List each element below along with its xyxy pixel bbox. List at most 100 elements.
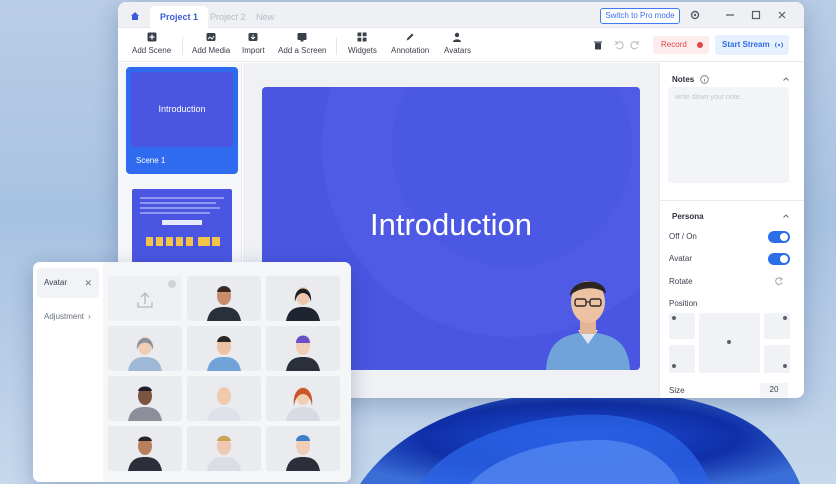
off-on-label: Off / On <box>669 232 697 241</box>
notes-textarea[interactable]: write down your note... <box>668 87 789 183</box>
avatar-option[interactable] <box>187 376 261 421</box>
trash-icon[interactable] <box>593 40 603 50</box>
avatar-label: Avatar <box>669 254 692 263</box>
avatar-toggle[interactable] <box>768 253 790 265</box>
pen-icon <box>406 33 414 41</box>
broadcast-icon <box>775 42 783 48</box>
slide-title: Introduction <box>370 207 532 242</box>
position-cell[interactable] <box>764 345 790 373</box>
avatar-figure <box>286 287 320 321</box>
notes-header-label: Notes <box>672 75 695 84</box>
add-screen-button[interactable]: Add a Screen <box>278 32 326 55</box>
chevron-right-icon: › <box>88 312 91 321</box>
avatar-option[interactable] <box>266 326 340 371</box>
scene-thumbnail-title: Introduction <box>131 72 233 147</box>
import-label: Import <box>242 46 265 55</box>
position-dot <box>672 316 676 320</box>
chevron-up-icon[interactable] <box>782 212 790 220</box>
position-label: Position <box>669 299 698 308</box>
avatars-label: Avatars <box>444 46 471 55</box>
maximize-icon[interactable] <box>750 9 762 21</box>
avatar-figure <box>207 435 241 471</box>
close-icon[interactable]: ✕ <box>84 268 92 298</box>
position-dot <box>672 364 676 368</box>
avatar-option[interactable] <box>108 326 182 371</box>
import-button[interactable]: Import <box>242 32 265 55</box>
scene-card-1[interactable]: Introduction Scene 1 <box>126 67 238 174</box>
size-input[interactable]: 20 <box>760 383 788 397</box>
avatar-tab-label: Avatar <box>44 278 67 287</box>
avatar-figure <box>286 435 320 471</box>
size-label: Size <box>669 386 685 395</box>
switch-pro-mode-button[interactable]: Switch to Pro mode <box>600 8 680 24</box>
home-icon <box>131 12 139 20</box>
position-grid[interactable] <box>669 313 790 373</box>
avatar-option[interactable] <box>187 426 261 471</box>
rotate-label: Rotate <box>669 277 693 286</box>
record-label: Record <box>661 40 687 49</box>
avatar-figure <box>207 286 241 321</box>
avatar-panel-sidebar: Avatar ✕ Adjustment › <box>33 262 101 482</box>
persona-header: Persona <box>672 212 704 221</box>
avatar-option[interactable] <box>108 376 182 421</box>
add-media-button[interactable]: Add Media <box>192 32 230 55</box>
adjustment-item[interactable]: Adjustment › <box>44 312 91 321</box>
close-icon[interactable] <box>776 9 788 21</box>
start-stream-button[interactable]: Start Stream <box>715 35 789 55</box>
record-dot-icon <box>697 42 703 48</box>
persona-toggle[interactable] <box>768 231 790 243</box>
avatar-option[interactable] <box>266 376 340 421</box>
avatar-option[interactable] <box>108 426 182 471</box>
toolbar-divider <box>336 37 337 55</box>
import-icon <box>248 33 258 41</box>
avatar-figure <box>128 337 162 371</box>
avatar-picker-panel: Avatar ✕ Adjustment › <box>33 262 351 482</box>
minimize-icon[interactable] <box>724 9 736 21</box>
title-bar: Project 1 Project 2 New Switch to Pro mo… <box>118 2 804 28</box>
annotation-label: Annotation <box>391 46 430 55</box>
monitor-icon <box>297 33 307 42</box>
add-scene-button[interactable]: Add Scene <box>132 32 171 55</box>
chevron-up-icon[interactable] <box>782 75 790 83</box>
avatar-figure <box>207 336 241 371</box>
properties-panel: Notes write down your note... Persona Of… <box>659 63 804 398</box>
home-button[interactable] <box>124 7 146 25</box>
scene-card-2[interactable] <box>132 189 232 263</box>
avatar-option[interactable] <box>266 426 340 471</box>
avatar-figure <box>128 436 162 471</box>
toolbar: Add Scene Add Media Import Add a Screen … <box>118 28 804 62</box>
tab-new[interactable]: New <box>246 6 284 28</box>
position-dot <box>727 340 731 344</box>
widgets-label: Widgets <box>348 46 377 55</box>
presenter-avatar[interactable] <box>540 272 636 370</box>
annotation-button[interactable]: Annotation <box>391 32 429 55</box>
gear-icon[interactable] <box>689 9 701 21</box>
avatar-figure <box>286 387 320 421</box>
add-media-label: Add Media <box>192 46 231 55</box>
avatars-button[interactable]: Avatars <box>444 32 471 55</box>
record-button[interactable]: Record <box>653 36 709 54</box>
avatar-figure <box>286 335 320 371</box>
info-icon <box>700 75 709 84</box>
upload-avatar-tile[interactable] <box>108 276 182 321</box>
position-cell[interactable] <box>669 345 695 373</box>
start-stream-label: Start Stream <box>722 40 770 49</box>
avatar-tab[interactable]: Avatar ✕ <box>37 268 99 298</box>
upload-icon <box>137 280 176 308</box>
avatar-option[interactable] <box>187 326 261 371</box>
person-icon <box>453 32 462 42</box>
widgets-button[interactable]: Widgets <box>348 32 377 55</box>
avatar-option[interactable] <box>266 276 340 321</box>
image-plus-icon <box>206 33 216 41</box>
undo-icon[interactable] <box>614 40 624 50</box>
rotate-icon[interactable] <box>774 276 784 286</box>
toolbar-divider <box>182 37 183 55</box>
redo-icon[interactable] <box>630 40 640 50</box>
notes-header: Notes <box>672 75 709 84</box>
grid-icon <box>357 32 367 42</box>
plus-square-icon <box>147 32 157 42</box>
scene-thumbnail-preview <box>140 197 224 246</box>
panel-divider <box>660 200 804 201</box>
avatar-option[interactable] <box>187 276 261 321</box>
notes-placeholder: write down your note... <box>675 94 746 101</box>
